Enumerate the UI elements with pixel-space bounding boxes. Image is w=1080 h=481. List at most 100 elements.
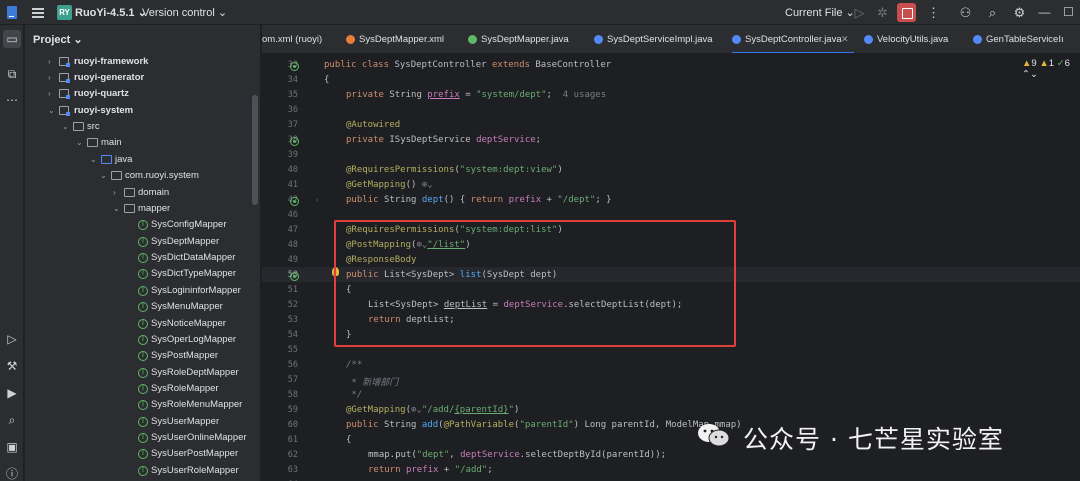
tree-item-package[interactable]: ⌄ com.ruoyi.system [25,168,260,184]
inspection-widget[interactable]: ▲9 ▲1 ✓6 ⌃⌄ [1022,58,1080,80]
stop-button[interactable] [897,3,916,22]
web-endpoint-icon[interactable]: ⊕⌄ [411,405,422,415]
tree-item-label: ruoyi-generator [74,72,145,83]
vcs-label: Version control [142,7,215,19]
chevron-right-icon[interactable]: › [48,70,56,86]
tree-item-file[interactable]: I SysDeptMapper [25,234,260,250]
interface-icon: I [138,384,148,394]
tree-item-file[interactable]: I SysUserRoleMapper [25,463,260,479]
tree-item-domain[interactable]: › domain [25,185,260,201]
line-number: 57 [287,375,298,385]
tree-item-file[interactable]: I SysRoleMenuMapper [25,397,260,413]
tree-item-ruoyi-framework[interactable]: › ruoyi-framework [25,54,260,70]
project-badge[interactable]: RY [57,5,72,20]
tree-item-file[interactable]: I SysMenuMapper [25,299,260,315]
debug-icon[interactable]: ✲ [874,4,891,21]
tree-item-file[interactable]: I SysUserPostMapper [25,446,260,462]
interface-icon: I [138,253,148,263]
chevron-down-icon[interactable]: ⌄ [62,119,70,135]
chevron-down-icon[interactable]: ⌄ [76,135,84,151]
terminal-tool-icon[interactable]: ▣ [3,438,21,456]
line-number: 58 [287,390,298,400]
tree-item-label: SysDeptMapper [151,236,220,247]
fold-arrow-icon[interactable]: › [316,197,322,204]
project-panel-header[interactable]: Project ⌄ [33,33,83,46]
code-line: @Autowired [346,120,401,130]
close-tab-icon[interactable]: ✕ [841,25,849,53]
wechat-logo-icon [698,424,730,447]
problems-tool-icon[interactable]: ⓘ [3,465,21,481]
tree-item-file[interactable]: I SysNoticeMapper [25,316,260,332]
code-line: public class SysDeptController extends B… [324,60,612,70]
tab-sysdeptcontroller-java[interactable]: SysDeptController.java ✕ [732,25,854,53]
chevron-down-icon: ⌄ [217,7,228,19]
line-number: 36 [287,105,298,115]
tree-item-label: ruoyi-framework [74,56,149,67]
tree-item-mapper[interactable]: ⌄ mapper [25,201,260,217]
more-tools-icon[interactable]: ⋯ [3,91,21,109]
add-user-icon[interactable]: ⚇ [957,4,974,21]
tab-label: VelocityUtils.java [877,34,949,45]
vcs-widget[interactable]: Version control ⌄ [142,6,227,19]
more-actions-icon[interactable]: ⋮ [925,4,942,21]
tree-item-label: src [87,121,100,132]
chevron-down-icon[interactable]: ⌄ [113,201,121,217]
tree-item-file[interactable]: I SysRoleMapper [25,381,260,397]
spring-bean-icon[interactable] [290,272,299,281]
run-icon[interactable]: ▷ [851,4,868,21]
line-number: 40 [287,165,298,175]
web-endpoint-icon[interactable]: ⊕⌄ [416,180,433,190]
tree-item-file[interactable]: I SysLogininforMapper [25,283,260,299]
line-number: 63 [287,465,298,475]
services-tool-icon[interactable]: ▷ [3,330,21,348]
tree-item-file[interactable]: I SysPostMapper [25,348,260,364]
chevron-right-icon[interactable]: › [48,54,56,70]
tree-item-file[interactable]: I SysConfigMapper [25,217,260,233]
project-switcher[interactable]: RuoYi-4.5.1 ⌄ [75,6,147,19]
tree-item-label: SysNoticeMapper [151,318,226,329]
tree-item-ruoyi-system[interactable]: ⌄ ruoyi-system [25,103,260,119]
maximize-icon[interactable]: ☐ [1060,4,1077,21]
tree-item-file[interactable]: I SysUserMapper [25,414,260,430]
code-editor[interactable]: ▲9 ▲1 ✓6 ⌃⌄ 33 34 35 36 37 38 39 40 41 4… [262,55,1080,481]
minimize-icon[interactable]: — [1036,4,1053,21]
tree-item-ruoyi-quartz[interactable]: › ruoyi-quartz [25,86,260,102]
tree-item-file[interactable]: I SysRoleDeptMapper [25,365,260,381]
chevron-right-icon[interactable]: › [113,185,121,201]
find-tool-icon[interactable]: ⌕ [3,411,21,429]
xml-file-icon [346,35,355,44]
chevron-down-icon[interactable]: ⌄ [48,103,56,119]
chevron-right-icon[interactable]: › [48,86,56,102]
tree-item-label: SysRoleMapper [151,383,219,394]
settings-gear-icon[interactable]: ⚙ [1011,4,1028,21]
search-icon[interactable]: ⌕ [984,4,1001,21]
structure-tool-icon[interactable]: ⧉ [3,65,21,83]
spring-bean-icon[interactable] [290,197,299,206]
spring-bean-icon[interactable] [290,62,299,71]
tree-item-file[interactable]: I SysUserOnlineMapper [25,430,260,446]
chevron-down-icon[interactable]: ⌄ [90,152,98,168]
tree-item-ruoyi-generator[interactable]: › ruoyi-generator [25,70,260,86]
tree-item-label: SysRoleMenuMapper [151,399,243,410]
project-tool-icon[interactable]: ▭ [3,30,21,48]
tree-item-file[interactable]: I SysDictDataMapper [25,250,260,266]
tree-item-file[interactable]: I SysOperLogMapper [25,332,260,348]
line-number: 55 [287,345,298,355]
tree-item-src[interactable]: ⌄ src [25,119,260,135]
spring-bean-icon[interactable] [290,137,299,146]
tree-item-file[interactable]: I SysDictTypeMapper [25,266,260,282]
tree-item-java[interactable]: ⌄ java [25,152,260,168]
tree-item-label: java [115,154,133,165]
project-scrollbar[interactable] [252,95,258,205]
tree-item-main[interactable]: ⌄ main [25,135,260,151]
warning-count: 9 [1031,58,1037,69]
run-config-selector[interactable]: Current File ⌄ [785,6,855,19]
line-number: 54 [287,330,298,340]
main-menu-icon[interactable] [32,8,44,18]
run-tool-icon[interactable]: ▶ [3,384,21,402]
module-folder-icon [59,57,70,67]
class-file-icon [594,35,603,44]
warning-icon: ▲ [1022,58,1032,69]
build-tool-icon[interactable]: ⚒ [3,357,21,375]
chevron-down-icon[interactable]: ⌄ [100,168,108,184]
